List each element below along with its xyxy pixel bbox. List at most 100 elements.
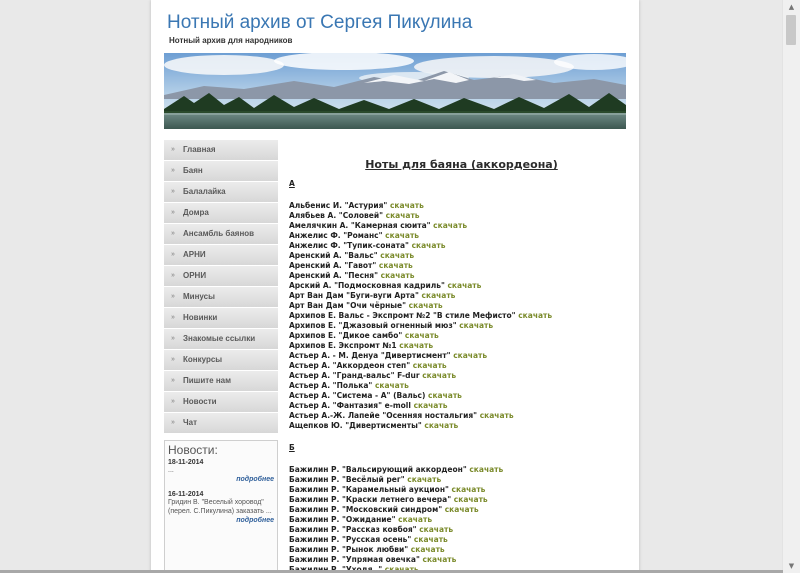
- menu-item-links[interactable]: » Знакомые ссылки: [164, 329, 278, 350]
- menu-item-label: Пишите нам: [183, 376, 232, 385]
- download-link[interactable]: скачать: [414, 535, 448, 544]
- menu-item-bayan-ensemble[interactable]: » Ансамбль баянов: [164, 224, 278, 245]
- download-link[interactable]: скачать: [428, 391, 462, 400]
- sheet-entry-title: Арский А. "Подмосковная кадриль": [289, 281, 445, 290]
- download-link[interactable]: скачать: [469, 465, 503, 474]
- download-link[interactable]: скачать: [453, 351, 487, 360]
- menu-item-news[interactable]: » Новости: [164, 392, 278, 413]
- menu-item-label: Главная: [183, 145, 216, 154]
- sheet-entry-title: Альбенис И. "Астурия": [289, 201, 388, 210]
- menu-item-minus[interactable]: » Минусы: [164, 287, 278, 308]
- sheet-entry-title: Архипов Е. "Джазовый огненный мюз": [289, 321, 457, 330]
- site-title[interactable]: Нотный архив от Сергея Пикулина: [167, 12, 472, 34]
- menu-item-contact[interactable]: » Пишите нам: [164, 371, 278, 392]
- news-item: 16-11-2014 Гридин В. "Веселый хоровод" (…: [165, 491, 277, 524]
- menu-item-arni[interactable]: » АРНИ: [164, 245, 278, 266]
- download-link[interactable]: скачать: [433, 221, 467, 230]
- sheet-entry: Архипов Е. Экспромт №1 скачать: [289, 341, 634, 351]
- menu-item-balalaika[interactable]: » Балалайка: [164, 182, 278, 203]
- scroll-down-arrow-icon[interactable]: ▼: [783, 559, 800, 573]
- download-link[interactable]: скачать: [412, 241, 446, 250]
- download-link[interactable]: скачать: [409, 301, 443, 310]
- download-link[interactable]: скачать: [452, 485, 486, 494]
- sheet-entry: Бажилин Р. "Рассказ ковбоя" скачать: [289, 525, 634, 535]
- vertical-scrollbar[interactable]: ▲ ▼: [782, 0, 800, 573]
- news-title: Новости:: [168, 443, 218, 457]
- sheet-entry-title: Бажилин Р. "Рассказ ковбоя": [289, 525, 417, 534]
- sheet-entry-title: Архипов Е. Вальс - Экспромт №2 "В стиле …: [289, 311, 516, 320]
- download-link[interactable]: скачать: [380, 251, 414, 260]
- download-link[interactable]: скачать: [385, 231, 419, 240]
- download-link[interactable]: скачать: [422, 291, 456, 300]
- sheet-entry: Аренский А. "Вальс" скачать: [289, 251, 634, 261]
- site-subtitle: Нотный архив для народников: [169, 36, 293, 45]
- sheet-entry: Астьер А. "Система - А" (Вальс) скачать: [289, 391, 634, 401]
- download-link[interactable]: скачать: [454, 495, 488, 504]
- sheet-entry: Аренский А. "Гавот" скачать: [289, 261, 634, 271]
- content-title: Ноты для баяна (аккордеона): [365, 158, 558, 171]
- letter-section: Б Бажилин Р. "Вальсирующий аккордеон" ска…: [289, 443, 634, 573]
- menu-bullet: »: [171, 293, 175, 300]
- download-link[interactable]: скачать: [518, 311, 552, 320]
- scroll-up-arrow-icon[interactable]: ▲: [783, 0, 800, 14]
- download-link[interactable]: скачать: [447, 281, 481, 290]
- menu-bullet: »: [171, 167, 175, 174]
- download-link[interactable]: скачать: [381, 271, 415, 280]
- download-link[interactable]: скачать: [414, 401, 448, 410]
- download-link[interactable]: скачать: [375, 381, 409, 390]
- download-link[interactable]: скачать: [480, 411, 514, 420]
- sheet-entry-title: Архипов Е. Экспромт №1: [289, 341, 397, 350]
- sheet-entry: Анжелис Ф. "Тупик-соната" скачать: [289, 241, 634, 251]
- sheet-entry-title: Аренский А. "Вальс": [289, 251, 378, 260]
- letter-heading[interactable]: Б: [289, 443, 634, 453]
- menu-item-new[interactable]: » Новинки: [164, 308, 278, 329]
- download-link[interactable]: скачать: [413, 361, 447, 370]
- menu-item-label: Знакомые ссылки: [183, 334, 256, 343]
- menu-bullet: »: [171, 356, 175, 363]
- sheet-entry-title: Ащепков Ю. "Дивертисменты": [289, 421, 422, 430]
- menu-item-chat[interactable]: » Чат: [164, 413, 278, 434]
- sheet-entry: Бажилин Р. "Ожидание" скачать: [289, 515, 634, 525]
- menu-item-label: Балалайка: [183, 187, 226, 196]
- download-link[interactable]: скачать: [411, 545, 445, 554]
- download-link[interactable]: скачать: [390, 201, 424, 210]
- menu-bullet: »: [171, 335, 175, 342]
- sheet-entry-title: Астьер А. "Гранд-вальс" F-dur: [289, 371, 420, 380]
- menu-bullet: »: [171, 230, 175, 237]
- news-text: ...: [168, 467, 174, 474]
- download-link[interactable]: скачать: [407, 475, 441, 484]
- download-link[interactable]: скачать: [419, 525, 453, 534]
- download-link[interactable]: скачать: [405, 331, 439, 340]
- letter-heading[interactable]: А: [289, 179, 634, 189]
- download-link[interactable]: скачать: [386, 211, 420, 220]
- sheet-entry-title: Аренский А. "Песня": [289, 271, 378, 280]
- menu-item-contests[interactable]: » Конкурсы: [164, 350, 278, 371]
- news-more-link[interactable]: подробнее: [168, 517, 274, 524]
- download-link[interactable]: скачать: [445, 505, 479, 514]
- sheet-entry: Альбенис И. "Астурия" скачать: [289, 201, 634, 211]
- sheet-entry: Бажилин Р. "Московский синдром" скачать: [289, 505, 634, 515]
- sheet-entry-title: Арт Ван Дам "Очи чёрные": [289, 301, 407, 310]
- download-link[interactable]: скачать: [398, 515, 432, 524]
- sheet-entry-title: Аренский А. "Гавот": [289, 261, 377, 270]
- menu-item-home[interactable]: » Главная: [164, 140, 278, 161]
- news-more-link[interactable]: подробнее: [168, 476, 274, 483]
- menu-item-label: Домра: [183, 208, 209, 217]
- menu-item-orni[interactable]: » ОРНИ: [164, 266, 278, 287]
- download-link[interactable]: скачать: [399, 341, 433, 350]
- sheet-entry: Арт Ван Дам "Очи чёрные" скачать: [289, 301, 634, 311]
- sheet-entry: Арский А. "Подмосковная кадриль" скачать: [289, 281, 634, 291]
- download-link[interactable]: скачать: [424, 421, 458, 430]
- menu-item-domra[interactable]: » Домра: [164, 203, 278, 224]
- scroll-thumb[interactable]: [786, 15, 796, 45]
- download-link[interactable]: скачать: [422, 371, 456, 380]
- menu-item-label: ОРНИ: [183, 271, 207, 280]
- sheet-music-list: А Альбенис И. "Астурия" скачать Алябьев А.…: [289, 179, 634, 573]
- sheet-entry: Ащепков Ю. "Дивертисменты" скачать: [289, 421, 634, 431]
- sheet-entry: Амелячкин А. "Камерная сюита" скачать: [289, 221, 634, 231]
- download-link[interactable]: скачать: [379, 261, 413, 270]
- download-link[interactable]: скачать: [459, 321, 493, 330]
- download-link[interactable]: скачать: [423, 555, 457, 564]
- menu-item-bayan[interactable]: » Баян: [164, 161, 278, 182]
- menu-item-label: Минусы: [183, 292, 215, 301]
